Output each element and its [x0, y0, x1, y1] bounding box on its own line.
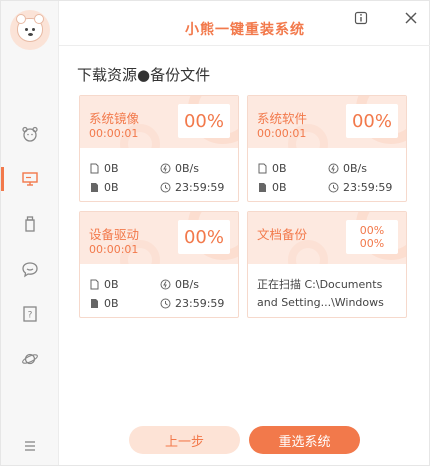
file-icon	[90, 163, 99, 174]
stat-size-2: 0B	[257, 181, 287, 194]
file-icon	[90, 279, 99, 290]
elapsed-time: 00:00:01	[89, 127, 139, 140]
monitor-icon	[22, 172, 38, 186]
progress-percent: 00%	[178, 220, 230, 254]
stat-size-2: 0B	[89, 181, 119, 194]
reselect-system-button[interactable]: 重选系统	[249, 426, 360, 454]
speed-icon	[328, 163, 339, 174]
file-icon	[91, 299, 98, 308]
card-title: 文档备份	[257, 227, 308, 242]
speed-icon	[160, 163, 171, 174]
stat-speed: 0B/s	[328, 162, 367, 175]
clock-icon	[328, 182, 339, 193]
info-icon	[354, 11, 368, 25]
menu-icon	[25, 441, 35, 451]
progress-percent: 00%	[178, 104, 230, 138]
speed-icon	[160, 279, 171, 290]
clock-icon	[160, 298, 171, 309]
sidebar-item-help[interactable]: ?	[1, 296, 59, 332]
file-icon	[91, 183, 98, 192]
elapsed-time: 00:00:01	[257, 127, 307, 140]
chat-icon	[22, 262, 38, 278]
file-icon	[259, 183, 266, 192]
bear-icon	[22, 126, 38, 142]
elapsed-time: 00:00:01	[89, 243, 139, 256]
usb-drive-icon	[25, 216, 35, 232]
stat-size: 0B	[89, 162, 119, 175]
stat-remaining: 23:59:59	[160, 297, 224, 310]
header-divider	[59, 45, 430, 46]
sidebar-item-chat[interactable]	[1, 251, 59, 287]
stat-remaining: 23:59:59	[160, 181, 224, 194]
stat-size-2: 0B	[89, 297, 119, 310]
section-title: 下载资源●备份文件	[77, 66, 211, 84]
close-icon	[405, 12, 417, 24]
sidebar-item-planet[interactable]	[1, 341, 59, 377]
card-title: 系统镜像	[89, 111, 140, 126]
app-window: ? 小熊一键重装系统 下载资源●备份文件 系统镜像 00:00:01 00% 0…	[0, 0, 430, 466]
previous-step-button[interactable]: 上一步	[129, 426, 240, 454]
sidebar: ?	[1, 1, 59, 465]
card-title: 设备驱动	[89, 227, 140, 242]
stat-size: 0B	[257, 162, 287, 175]
progress-percent: 00% 00%	[346, 220, 398, 254]
close-button[interactable]	[403, 10, 419, 26]
stat-speed: 0B/s	[160, 162, 199, 175]
file-icon	[258, 163, 267, 174]
app-logo	[10, 10, 50, 50]
help-icon: ?	[23, 306, 37, 322]
app-title: 小熊一键重装系统	[185, 22, 305, 38]
sidebar-item-usb[interactable]	[1, 206, 59, 242]
info-button[interactable]	[353, 10, 369, 26]
card-document-backup: 文档备份 00% 00% 正在扫描 C:\Documents and Setti…	[247, 211, 407, 318]
svg-text:?: ?	[28, 311, 33, 321]
card-system-software: 系统软件 00:00:01 00% 0B 0B/s 0B 23:59:59	[247, 95, 407, 202]
sidebar-item-system[interactable]	[1, 161, 59, 197]
stat-size: 0B	[89, 278, 119, 291]
sidebar-item-bear[interactable]	[1, 116, 59, 152]
progress-percent: 00%	[346, 104, 398, 138]
stat-remaining: 23:59:59	[328, 181, 392, 194]
card-device-driver: 设备驱动 00:00:01 00% 0B 0B/s 0B 23:59:59	[79, 211, 239, 318]
planet-icon	[22, 353, 38, 365]
card-system-image: 系统镜像 00:00:01 00% 0B 0B/s 0B 23:59:59	[79, 95, 239, 202]
clock-icon	[160, 182, 171, 193]
card-title: 系统软件	[257, 111, 308, 126]
scan-status: 正在扫描 C:\Documents and Setting...\Windows	[257, 278, 384, 309]
stat-speed: 0B/s	[160, 278, 199, 291]
menu-button[interactable]	[1, 428, 59, 464]
